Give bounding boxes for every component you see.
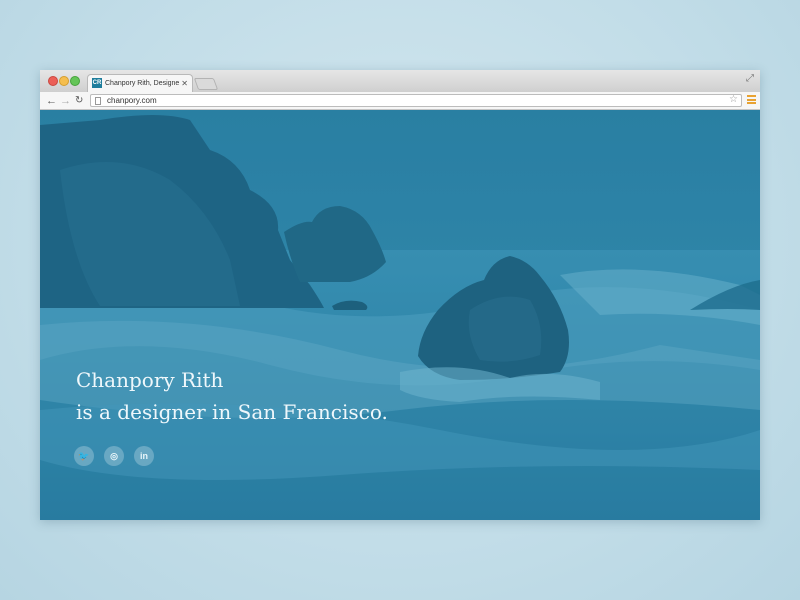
web-page: Chanpory Rith is a designer in San Franc… (40, 110, 760, 520)
address-bar[interactable]: ☆ (90, 94, 742, 107)
tab-title: Chanpory Rith, Designer in (105, 80, 179, 87)
new-tab-button[interactable] (193, 78, 219, 90)
minimize-window-button[interactable] (59, 76, 69, 86)
hero-tagline: is a designer in San Francisco. (76, 400, 388, 424)
star-icon[interactable]: ☆ (729, 94, 738, 106)
dribbble-icon[interactable]: ◎ (104, 446, 124, 466)
twitter-icon[interactable]: 🐦 (74, 446, 94, 466)
close-window-button[interactable] (48, 76, 58, 86)
hero-heading: Chanpory Rith is a designer in San Franc… (76, 364, 388, 428)
menu-icon[interactable] (747, 95, 756, 104)
browser-window: CR Chanpory Rith, Designer in ✕ ⤢ ← → ↻ … (40, 70, 760, 520)
browser-toolbar: ← → ↻ ☆ (40, 92, 760, 110)
tab-strip: CR Chanpory Rith, Designer in ✕ ⤢ (40, 70, 760, 92)
browser-tab[interactable]: CR Chanpory Rith, Designer in ✕ (87, 74, 193, 92)
tab-close-icon[interactable]: ✕ (181, 78, 188, 90)
maximize-window-button[interactable] (70, 76, 80, 86)
url-input[interactable] (107, 95, 667, 106)
linkedin-icon[interactable]: in (134, 446, 154, 466)
fullscreen-icon[interactable]: ⤢ (746, 73, 754, 84)
reload-icon[interactable]: ↻ (75, 93, 83, 109)
forward-arrow-icon[interactable]: → (60, 93, 71, 109)
hero-name: Chanpory Rith (76, 368, 224, 392)
favicon-icon: CR (92, 78, 102, 88)
back-arrow-icon[interactable]: ← (46, 93, 57, 109)
page-icon (95, 97, 101, 105)
